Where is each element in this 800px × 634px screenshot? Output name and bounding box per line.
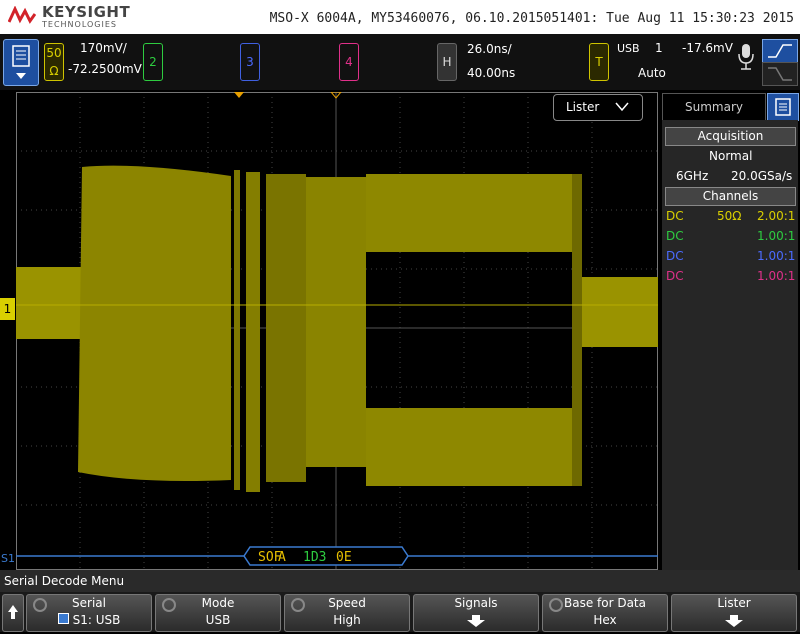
softkey-mode-label: Mode (201, 596, 235, 610)
chevron-down-icon (615, 102, 629, 112)
horizontal-button[interactable]: H (437, 43, 457, 81)
ch1-level-marker[interactable]: 1 (0, 298, 15, 320)
submenu-arrow-icon (725, 615, 743, 627)
brand-name: KEYSIGHT (42, 3, 131, 21)
ch1-impedance: 50Ω (717, 209, 742, 223)
brand-subtitle: TECHNOLOGIES (42, 20, 117, 29)
softkey-signals[interactable]: Signals (413, 594, 539, 632)
arrow-up-icon (8, 605, 18, 619)
bandwidth: 6GHz (676, 169, 709, 183)
sample-rate: 20.0GSa/s (731, 169, 793, 183)
acquisition-mode: Normal (709, 149, 753, 163)
ch1-impedance-value: 50 (46, 46, 62, 60)
ch3-coupling: DC (666, 249, 684, 263)
panel-list-icon (775, 98, 791, 116)
channel-1-button[interactable]: 50 Ω (44, 43, 64, 81)
acquisition-header: Acquisition (665, 127, 796, 146)
waveform-display[interactable]: 1 SOF A 1D3 0E (16, 92, 658, 570)
submenu-arrow-icon (467, 615, 485, 627)
trigger-channel: 1 (655, 41, 663, 55)
softkey-mode[interactable]: Mode USB (155, 594, 281, 632)
lister-label: Lister (566, 100, 600, 114)
channels-header: Channels (665, 187, 796, 206)
ch4-probe: 1.00:1 (757, 269, 796, 283)
channel-2-button[interactable]: 2 (143, 43, 163, 81)
ch1-coupling: DC (666, 209, 684, 223)
microphone-icon[interactable] (737, 42, 755, 72)
softkey-mode-value: USB (205, 613, 231, 627)
panel-selector-button[interactable] (767, 93, 799, 121)
ch2-probe: 1.00:1 (757, 229, 796, 243)
packet-address-label: A (278, 550, 286, 565)
ch3-probe: 1.00:1 (757, 249, 796, 263)
time-delay: 40.00ns (467, 66, 516, 80)
menu-icon (12, 45, 30, 79)
trigger-mode: Auto (638, 66, 666, 80)
trigger-button[interactable]: T (589, 43, 609, 81)
ch2-coupling: DC (666, 229, 684, 243)
softkey-lister[interactable]: Lister (671, 594, 797, 632)
main-menu-button[interactable] (3, 39, 39, 86)
ch1-impedance-unit: Ω (49, 64, 59, 78)
softkey-base[interactable]: Base for Data Hex (542, 594, 668, 632)
packet-crc: 0E (336, 550, 352, 565)
softkey-serial-label: Serial (72, 596, 106, 610)
softkey-serial-value: S1: USB (27, 613, 151, 627)
channel-3-button[interactable]: 3 (240, 43, 260, 81)
softkey-lister-label: Lister (717, 596, 751, 610)
keysight-logo-icon (8, 6, 36, 24)
channel-4-button[interactable]: 4 (339, 43, 359, 81)
ch1-scale: 170mV/ (80, 41, 127, 55)
rising-edge-icon (768, 44, 792, 58)
instrument-info: MSO-X 6004A, MY53460076, 06.10.201505140… (269, 11, 794, 26)
softkey-speed-value: High (333, 613, 361, 627)
menu-title: Serial Decode Menu (4, 574, 125, 588)
falling-edge-button[interactable] (762, 62, 798, 86)
back-button[interactable] (2, 594, 24, 632)
softkey-base-label: Base for Data (563, 596, 646, 610)
rising-edge-button[interactable] (762, 39, 798, 63)
tab-summary[interactable]: Summary (662, 93, 766, 120)
packet-frame-number: 1D3 (303, 550, 326, 565)
menu-title-bar: Serial Decode Menu (0, 570, 800, 592)
trigger-level: -17.6mV (682, 41, 733, 55)
time-scale: 26.0ns/ (467, 42, 512, 56)
softkey-base-value: Hex (593, 613, 617, 627)
softkey-serial[interactable]: Serial S1: USB (26, 594, 152, 632)
lister-button[interactable]: Lister (553, 94, 643, 121)
ch1-offset: -72.2500mV (68, 62, 142, 76)
ch1-probe: 2.00:1 (757, 209, 796, 223)
serial-enabled-checkbox[interactable] (57, 613, 69, 624)
softkey-speed-label: Speed (328, 596, 366, 610)
ch4-coupling: DC (666, 269, 684, 283)
serial-bus-marker: S1 (1, 552, 15, 565)
falling-edge-icon (768, 67, 792, 81)
softkey-speed[interactable]: Speed High (284, 594, 410, 632)
softkey-signals-label: Signals (454, 596, 498, 610)
trigger-source: USB (617, 42, 640, 55)
